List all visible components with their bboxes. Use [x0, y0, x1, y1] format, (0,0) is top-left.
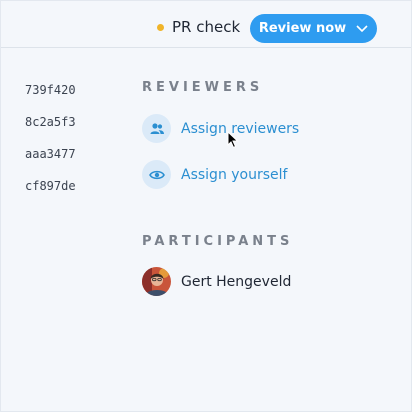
participants-heading: PARTICIPANTS — [142, 234, 294, 249]
eye-icon — [142, 160, 171, 189]
participant-item[interactable]: Gert Hengeveld — [142, 267, 291, 296]
review-now-button[interactable]: Review now — [250, 14, 377, 43]
commit-item[interactable]: aaa3477 — [25, 145, 76, 177]
commit-item[interactable]: cf897de — [25, 177, 76, 209]
commit-list: 739f420 8c2a5f3 aaa3477 cf897de — [25, 81, 76, 209]
assign-yourself-button[interactable]: Assign yourself — [142, 160, 287, 189]
avatar — [142, 267, 171, 296]
assign-reviewers-button[interactable]: Assign reviewers — [142, 114, 299, 143]
users-icon — [142, 114, 171, 143]
pr-panel: PR check Review now 739f420 8c2a5f3 aaa3… — [0, 0, 412, 412]
status-label: PR check — [172, 18, 241, 36]
status-dot-icon — [157, 23, 164, 31]
assign-reviewers-label: Assign reviewers — [181, 120, 300, 137]
reviewers-heading: REVIEWERS — [142, 80, 264, 95]
participant-name: Gert Hengeveld — [181, 273, 292, 290]
status-indicator: PR check — [157, 18, 240, 36]
commit-item[interactable]: 8c2a5f3 — [25, 113, 76, 145]
assign-yourself-label: Assign yourself — [181, 166, 288, 183]
header-bar: PR check Review now — [1, 1, 411, 48]
review-now-label: Review now — [258, 21, 347, 36]
commit-item[interactable]: 739f420 — [25, 81, 76, 113]
chevron-down-icon — [356, 24, 368, 33]
